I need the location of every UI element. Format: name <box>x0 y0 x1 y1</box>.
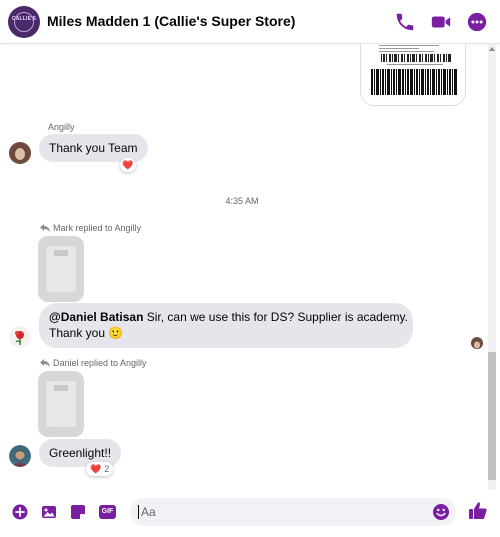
reply-label-text: Daniel replied to Angilly <box>53 358 147 368</box>
phone-icon[interactable] <box>394 11 416 33</box>
message-text-line2: Thank you <box>49 326 106 340</box>
seen-avatar <box>471 337 483 349</box>
sticker-icon[interactable] <box>70 504 86 520</box>
reply-arrow-icon <box>40 359 50 367</box>
reply-label-text: Mark replied to Angilly <box>53 223 142 233</box>
mark-avatar[interactable] <box>9 326 31 348</box>
replied-photo[interactable] <box>38 371 84 437</box>
group-avatar[interactable]: CALLIE'S <box>8 6 40 38</box>
scroll-up-icon[interactable] <box>488 44 496 54</box>
like-icon[interactable] <box>468 501 488 521</box>
message-text: Thank you Team <box>49 141 138 155</box>
emoji-icon[interactable] <box>432 503 450 521</box>
mention-link[interactable]: @Daniel Batisan <box>49 310 143 324</box>
replied-photo[interactable] <box>38 236 84 302</box>
reaction-count: 2 <box>104 464 110 474</box>
receipt-image[interactable] <box>360 44 466 106</box>
reaction-badge[interactable]: ❤️ <box>120 158 136 172</box>
barcode-icon <box>371 69 457 95</box>
plus-icon[interactable] <box>12 504 28 520</box>
composer: GIF Aa <box>0 490 500 537</box>
angilly-avatar[interactable] <box>9 142 31 164</box>
reply-label: Daniel replied to Angilly <box>40 358 147 368</box>
video-icon[interactable] <box>430 11 452 33</box>
message-input-placeholder: Aa <box>141 505 156 519</box>
smile-emoji-icon: 🙂 <box>108 326 124 340</box>
message-text: Greenlight!! <box>49 446 112 460</box>
scrollbar-thumb[interactable] <box>488 352 496 480</box>
more-icon[interactable] <box>466 11 488 33</box>
avatar-logo-text: CALLIE'S <box>11 16 37 22</box>
reply-arrow-icon <box>40 224 50 232</box>
timestamp: 4:35 AM <box>225 196 259 206</box>
sender-name: Angilly <box>48 122 75 132</box>
reaction-badge[interactable]: ❤️ 2 <box>86 462 114 476</box>
photo-icon[interactable] <box>41 504 57 520</box>
message-list[interactable]: Angilly Thank you Team ❤️ 4:35 AM Mark r… <box>0 44 500 490</box>
message-input[interactable]: Aa <box>130 498 456 526</box>
message-text: Sir, can we use this for DS? Supplier is… <box>143 310 408 324</box>
chat-header: CALLIE'S Miles Madden 1 (Callie's Super … <box>0 0 500 44</box>
daniel-avatar[interactable] <box>9 445 31 467</box>
message-bubble[interactable]: @Daniel Batisan Sir, can we use this for… <box>39 303 413 348</box>
avatar-logo-ring <box>14 12 34 32</box>
heart-icon: ❤️ <box>122 159 134 170</box>
reply-label: Mark replied to Angilly <box>40 223 141 233</box>
gif-icon[interactable]: GIF <box>99 505 116 519</box>
text-caret <box>138 505 139 519</box>
heart-icon: ❤️ <box>90 463 102 474</box>
chat-title[interactable]: Miles Madden 1 (Callie's Super Store) <box>47 13 295 29</box>
